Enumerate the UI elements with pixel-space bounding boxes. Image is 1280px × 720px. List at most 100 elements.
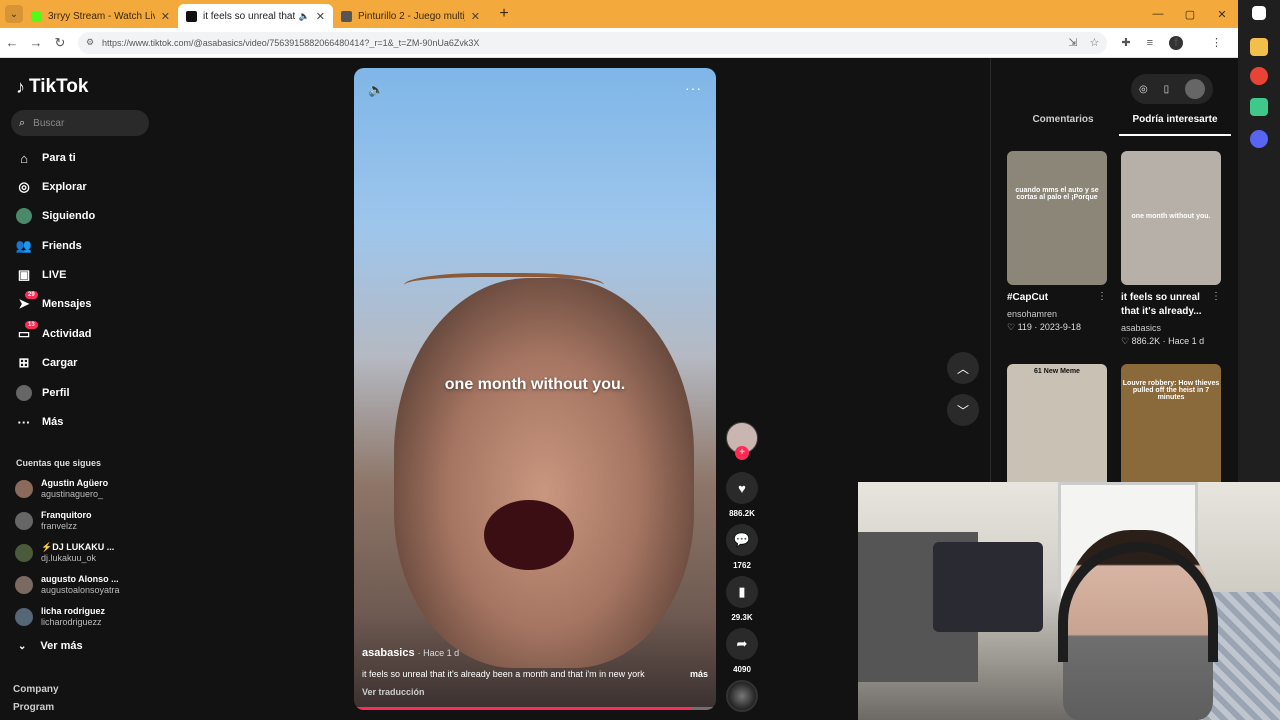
pinturillo-favicon-icon: [341, 10, 352, 22]
footer-link-program[interactable]: Program: [13, 702, 54, 713]
chevron-up-icon: ︿: [956, 361, 969, 376]
back-icon[interactable]: ←: [0, 35, 24, 50]
account-name: licha rodriguez: [41, 606, 106, 616]
avatar: [15, 480, 33, 498]
ver-mas-label: Ver más: [40, 640, 83, 652]
close-tab-icon[interactable]: ✕: [161, 10, 170, 23]
reload-icon[interactable]: ↻: [48, 35, 72, 51]
nav-item-mensajes[interactable]: ➤ 29 Mensajes: [16, 291, 92, 314]
nav-item-siguiendo[interactable]: Siguiendo: [16, 206, 95, 226]
comment-button[interactable]: 💬: [726, 524, 758, 556]
search-input[interactable]: ⌕ Buscar: [11, 110, 149, 136]
nav-item-explorar[interactable]: ◎ Explorar: [16, 177, 86, 197]
video-thumbnail[interactable]: cuando mms el auto y se cortas al palo e…: [1007, 151, 1107, 285]
chrome-icon[interactable]: [1250, 67, 1268, 85]
following-account[interactable]: Franquitoro franvelzz: [15, 510, 92, 532]
close-window-icon[interactable]: ✕: [1206, 8, 1238, 21]
install-app-icon[interactable]: ⇲: [1068, 36, 1077, 49]
nav-item-perfil[interactable]: Perfil: [16, 383, 70, 403]
save-button[interactable]: ▮: [726, 576, 758, 608]
following-account[interactable]: augusto Alonso ... augustoalonsoyatra: [15, 574, 120, 596]
tab-title: it feels so unreal that it's al: [203, 10, 295, 22]
thumbnail-overlay-text: cuando mms el auto y se cortas al palo e…: [1015, 187, 1099, 201]
more-options-icon[interactable]: ···: [685, 80, 702, 96]
discord-icon[interactable]: [1250, 130, 1268, 148]
avatar: [15, 608, 33, 626]
tab-search-button[interactable]: ⌄: [5, 5, 23, 23]
expand-description-button[interactable]: más: [690, 669, 708, 679]
extensions-icon[interactable]: ✚: [1121, 36, 1130, 49]
windows-start-icon[interactable]: [1252, 6, 1266, 20]
nav-item-mas[interactable]: ··· Más: [16, 412, 64, 432]
close-tab-icon[interactable]: ✕: [316, 10, 325, 23]
coins-icon[interactable]: ◎: [1139, 84, 1148, 95]
video-player[interactable]: 🔈 ··· one month without you. asabasics ·…: [354, 68, 716, 710]
video-progress-bar[interactable]: [354, 707, 716, 710]
live-icon: ▣: [17, 267, 31, 282]
file-explorer-icon[interactable]: [1250, 38, 1268, 56]
tiktok-logo[interactable]: ♪ TikTok: [16, 76, 88, 98]
forward-icon[interactable]: →: [24, 35, 48, 50]
next-video-button[interactable]: ﹀: [947, 394, 979, 426]
comment-count: 1762: [733, 561, 751, 570]
following-account[interactable]: Agustin Agüero agustinaguero_: [15, 478, 108, 500]
browser-profile-icon[interactable]: f: [1169, 35, 1183, 50]
nav-label: LIVE: [42, 269, 67, 281]
bookmark-star-icon[interactable]: ☆: [1089, 36, 1099, 49]
browser-tab-2[interactable]: Pinturillo 2 - Juego multijugad ✕: [333, 4, 488, 28]
nav-item-actividad[interactable]: ▭ 13 Actividad: [16, 321, 92, 344]
following-account[interactable]: licha rodriguez licharodriguezz: [15, 606, 105, 628]
card-title[interactable]: it feels so unreal that it's already...: [1121, 291, 1221, 319]
footer-link-company[interactable]: Company: [13, 684, 59, 695]
account-name: Franquitoro: [41, 510, 92, 520]
volume-icon[interactable]: 🔈: [368, 82, 384, 98]
window-controls: — ▢ ✕: [1142, 0, 1238, 28]
follow-plus-icon[interactable]: +: [735, 446, 749, 460]
browser-menu-icon[interactable]: ⋮: [1211, 36, 1222, 49]
following-account[interactable]: ⚡DJ LUKAKU ... dj.lukakuu_ok: [15, 542, 114, 564]
webcam-background-clothes: [933, 542, 1043, 632]
video-author[interactable]: asabasics: [362, 647, 415, 659]
nav-item-para-ti[interactable]: ⌂ Para ti: [16, 148, 76, 168]
browser-tab-1[interactable]: it feels so unreal that it's al 🔈 ✕: [178, 4, 333, 28]
kick-favicon-icon: [31, 10, 42, 22]
more-dots-icon: ···: [17, 414, 31, 430]
nav-item-friends[interactable]: 👥 Friends: [16, 236, 82, 256]
translate-link[interactable]: Ver traducción: [362, 687, 425, 697]
card-author[interactable]: asabasics: [1121, 323, 1161, 333]
new-tab-button[interactable]: +: [494, 5, 514, 23]
video-thumbnail[interactable]: Louvre robbery: How thieves pulled off t…: [1121, 364, 1221, 498]
like-button[interactable]: ♥: [726, 472, 758, 504]
url-field[interactable]: ⚙ https://www.tiktok.com/@asabasics/vide…: [77, 31, 1108, 54]
video-thumbnail[interactable]: 61 New Meme: [1007, 364, 1107, 498]
following-section-title: Cuentas que sigues: [16, 458, 102, 468]
minimize-icon[interactable]: —: [1142, 8, 1174, 20]
site-info-icon[interactable]: ⚙: [86, 37, 94, 48]
card-more-icon[interactable]: ⋮: [1211, 291, 1221, 302]
video-thumbnail[interactable]: one month without you.: [1121, 151, 1221, 285]
following-icon: [16, 208, 32, 224]
app-icon[interactable]: [1250, 98, 1268, 116]
card-author[interactable]: ensohamren: [1007, 309, 1057, 319]
media-controls-icon[interactable]: ≡: [1147, 37, 1153, 49]
nav-item-live[interactable]: ▣ LIVE: [16, 265, 67, 285]
tab-podria-interesarte[interactable]: Podría interesarte: [1119, 114, 1231, 136]
account-handle: licharodriguezz: [41, 617, 102, 627]
video-author-line: asabasics · Hace 1 d: [362, 647, 459, 659]
previous-video-button[interactable]: ︿: [947, 352, 979, 384]
card-title[interactable]: #CapCut: [1007, 291, 1107, 305]
tab-comentarios[interactable]: Comentarios: [1007, 114, 1119, 136]
card-more-icon[interactable]: ⋮: [1097, 291, 1107, 302]
close-tab-icon[interactable]: ✕: [471, 10, 480, 23]
maximize-icon[interactable]: ▢: [1174, 8, 1206, 21]
account-name: augusto Alonso ...: [41, 574, 119, 584]
browser-tab-0[interactable]: 3rryy Stream - Watch Live on K ✕: [23, 4, 178, 28]
music-disc[interactable]: [726, 680, 758, 712]
ver-mas-button[interactable]: ⌄ Ver más: [18, 640, 83, 652]
device-icon[interactable]: ▯: [1164, 84, 1170, 95]
speaker-icon[interactable]: 🔈: [299, 11, 310, 22]
share-button[interactable]: ➦: [726, 628, 758, 660]
avatar: [15, 576, 33, 594]
nav-item-cargar[interactable]: ⊞ Cargar: [16, 353, 78, 373]
user-avatar[interactable]: [1185, 79, 1206, 99]
